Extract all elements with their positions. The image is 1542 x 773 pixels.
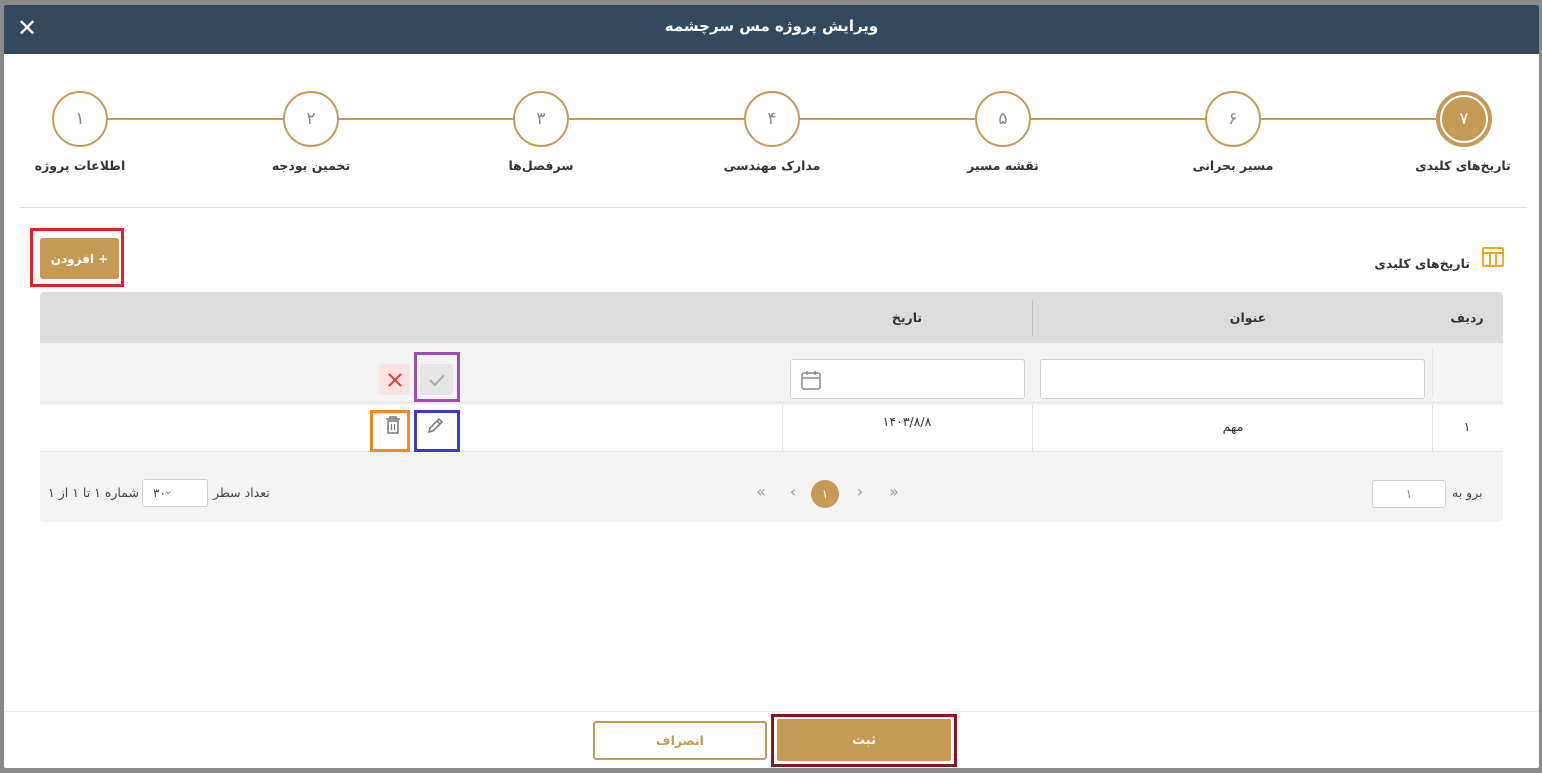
add-button[interactable]: + افزودن: [40, 238, 119, 279]
step-number: ۱: [75, 109, 85, 129]
column-header-title[interactable]: عنوان: [1033, 292, 1463, 343]
cancel-row-icon[interactable]: [379, 364, 410, 395]
step-number: ۳: [536, 109, 546, 129]
next-page-icon[interactable]: ›: [847, 478, 873, 504]
step-3-circle[interactable]: ۳: [513, 91, 569, 147]
step-2-circle[interactable]: ۲: [283, 91, 339, 147]
rows-per-page-label: تعداد سطر: [213, 485, 270, 500]
cell-separator: [782, 405, 783, 452]
step-4-label[interactable]: مدارک مهندسی: [687, 158, 857, 173]
pager-info: شماره ۱ تا ۱ از ۱: [48, 485, 139, 500]
step-6-label[interactable]: مسیر بحرانی: [1148, 158, 1318, 173]
step-number: ۲: [306, 109, 316, 129]
step-3-label[interactable]: سرفصل‌ها: [456, 158, 626, 173]
grid-pager: شماره ۱ تا ۱ از ۱ ۳۰ ⌄ تعداد سطر « ‹ ۱ ›…: [40, 465, 1503, 522]
step-number: ۵: [998, 109, 1008, 129]
date-cell: ۱۴۰۳/۸/۸: [882, 414, 932, 429]
confirm-row-icon[interactable]: [420, 364, 453, 395]
step-2-label[interactable]: تخمین بودجه: [226, 158, 396, 173]
edit-project-modal: ویرایش پروژه مس سرچشمه ✕ ۱ اطلاعات پروژه…: [4, 5, 1539, 768]
column-header-date[interactable]: تاریخ: [782, 292, 1032, 343]
step-5-label[interactable]: نقشه مسیر: [918, 158, 1088, 173]
save-button[interactable]: ثبت: [777, 719, 951, 761]
title-input[interactable]: [1040, 359, 1425, 399]
last-page-icon[interactable]: »: [881, 478, 907, 504]
step-number: ۴: [767, 109, 777, 129]
cancel-button[interactable]: انصراف: [593, 721, 767, 760]
grid-header: ردیف عنوان تاریخ: [40, 292, 1503, 343]
goto-page-input[interactable]: ۱: [1372, 480, 1446, 508]
row-separator: [1432, 349, 1433, 397]
section-divider: [20, 207, 1527, 208]
chevron-down-icon: ⌄: [163, 484, 173, 497]
section-title: تاریخ‌های کلیدی: [1374, 256, 1470, 271]
page-size-select[interactable]: ۳۰ ⌄: [142, 479, 208, 507]
close-icon[interactable]: ✕: [16, 16, 38, 40]
row-number-cell: ۱: [1463, 419, 1471, 434]
step-number: ۷: [1459, 109, 1469, 129]
delete-icon[interactable]: [377, 408, 408, 442]
page-number-current[interactable]: ۱: [811, 480, 839, 508]
new-row-editor: [40, 343, 1503, 403]
footer-divider: [4, 711, 1539, 712]
edit-icon[interactable]: [421, 408, 451, 442]
wizard-stepper: ۱ اطلاعات پروژه ۲ تخمین بودجه ۳ سرفصل‌ها…: [4, 54, 1539, 204]
previous-page-icon[interactable]: ‹: [780, 478, 806, 504]
cell-separator: [1032, 405, 1033, 452]
step-7-circle[interactable]: ۷: [1436, 91, 1492, 147]
key-dates-grid: ردیف عنوان تاریخ ۱ مهم ۱۴۰۳/۸/۸ شماره ۱ …: [40, 292, 1503, 522]
step-5-circle[interactable]: ۵: [975, 91, 1031, 147]
modal-title: ویرایش پروژه مس سرچشمه: [664, 17, 879, 35]
step-1-circle[interactable]: ۱: [52, 91, 108, 147]
step-7-label[interactable]: تاریخ‌های کلیدی: [1378, 158, 1539, 173]
step-1-label[interactable]: اطلاعات پروژه: [4, 158, 165, 173]
step-6-circle[interactable]: ۶: [1205, 91, 1261, 147]
step-4-circle[interactable]: ۴: [744, 91, 800, 147]
date-input[interactable]: [790, 359, 1025, 399]
table-icon: [1482, 247, 1504, 267]
modal-header: ویرایش پروژه مس سرچشمه ✕: [4, 5, 1539, 54]
step-number: ۶: [1228, 109, 1238, 129]
first-page-icon[interactable]: «: [748, 478, 774, 504]
title-cell: مهم: [1222, 419, 1244, 434]
goto-label: برو به: [1452, 485, 1483, 500]
table-row: ۱ مهم ۱۴۰۳/۸/۸: [40, 405, 1503, 452]
calendar-icon[interactable]: [799, 368, 823, 392]
